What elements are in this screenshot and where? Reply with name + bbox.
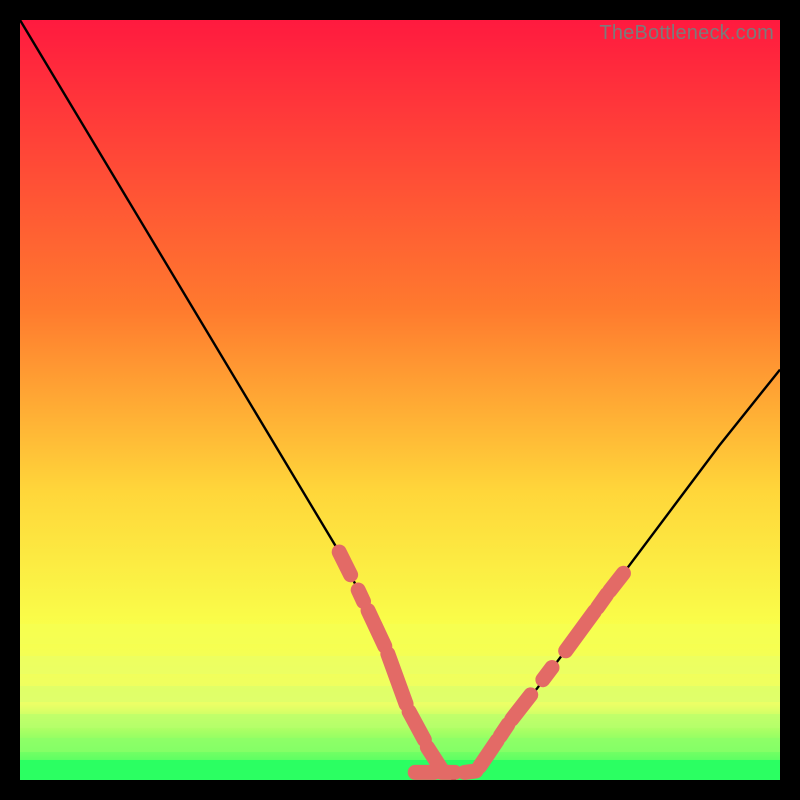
band-4 — [20, 714, 780, 728]
bottleneck-plot — [20, 20, 780, 780]
capsule — [358, 590, 363, 601]
watermark-label: TheBottleneck.com — [599, 22, 774, 45]
band-1 — [20, 624, 780, 644]
band-5 — [20, 738, 780, 752]
capsule — [339, 552, 350, 575]
band-6 — [20, 760, 780, 780]
chart-frame: TheBottleneck.com — [20, 20, 780, 780]
capsule — [500, 725, 508, 736]
capsule — [543, 668, 552, 680]
